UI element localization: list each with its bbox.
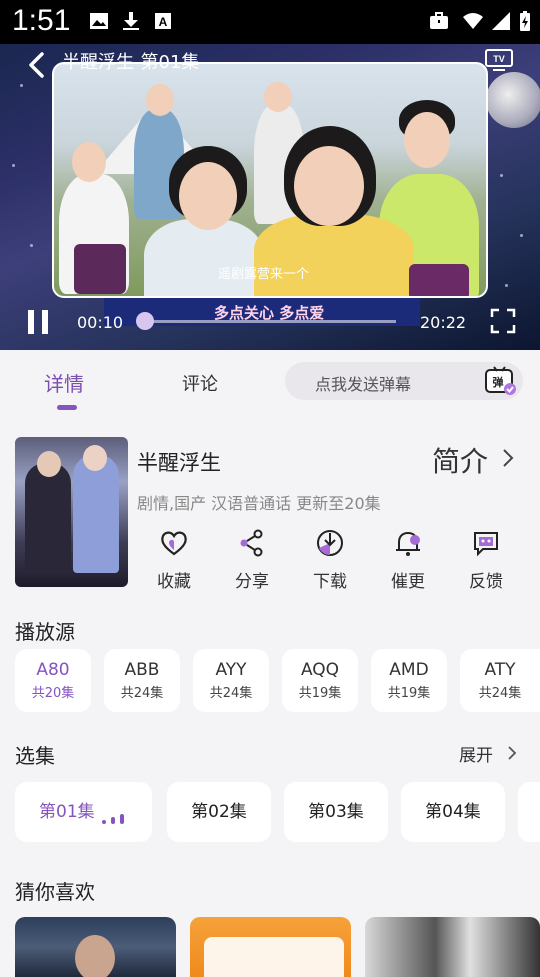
source-item-aty[interactable]: ATY 共24集: [460, 649, 540, 712]
episode-item-partial[interactable]: [518, 782, 540, 842]
share-button[interactable]: 分享: [222, 528, 282, 598]
font-icon: A: [155, 13, 171, 29]
seek-thumb[interactable]: [136, 312, 154, 330]
episode-label: 第04集: [425, 802, 481, 822]
source-name: AMD: [389, 660, 429, 680]
pause-icon[interactable]: [28, 310, 50, 334]
show-poster[interactable]: [15, 437, 128, 587]
download-button[interactable]: 下载: [300, 528, 360, 598]
expand-button[interactable]: 展开: [459, 741, 493, 766]
episode-item-04[interactable]: 第04集: [401, 782, 505, 842]
sources-title: 播放源: [15, 620, 75, 644]
total-time: 20:22: [420, 313, 467, 332]
download-status-icon: [123, 12, 139, 30]
danmu-toggle-icon[interactable]: 弹: [484, 365, 516, 397]
source-count: 共19集: [387, 686, 431, 701]
video-subtitle: 遥剧露营来一个: [218, 267, 310, 282]
danmu-placeholder: 点我发送弹幕: [315, 375, 412, 394]
episode-item-02[interactable]: 第02集: [167, 782, 271, 842]
chevron-right-icon[interactable]: [500, 447, 516, 469]
episode-item-03[interactable]: 第03集: [284, 782, 388, 842]
wifi-icon: [463, 13, 483, 29]
recommend-title: 猜你喜欢: [15, 880, 95, 904]
feedback-icon: [474, 532, 498, 557]
source-name: ABB: [124, 660, 160, 680]
intro-link[interactable]: 简介: [432, 440, 488, 480]
recommend-card-1[interactable]: [15, 917, 176, 977]
back-arrow-icon[interactable]: [24, 50, 50, 80]
source-item-ayy[interactable]: AYY 共24集: [193, 649, 269, 712]
tab-active-indicator: [57, 405, 77, 410]
bell-icon: [396, 531, 420, 556]
moon-decoration: [486, 72, 540, 128]
feedback-button[interactable]: 反馈: [456, 528, 516, 598]
status-time: 1:51: [12, 4, 71, 37]
playing-indicator-icon: [102, 814, 124, 824]
source-name: AQQ: [300, 660, 340, 680]
chevron-right-icon[interactable]: [506, 744, 518, 762]
favorite-label: 收藏: [157, 572, 191, 592]
episode-label: 第03集: [308, 802, 364, 822]
seek-bar[interactable]: [144, 320, 396, 323]
source-count: 共24集: [209, 686, 253, 701]
share-icon: [240, 529, 263, 557]
svg-text:弹: 弹: [493, 375, 504, 389]
source-item-aqq[interactable]: AQQ 共19集: [282, 649, 358, 712]
episode-label: 第01集: [39, 802, 95, 822]
battery-icon: [520, 11, 530, 31]
favorite-button[interactable]: 收藏: [144, 528, 204, 598]
source-count: 共24集: [478, 686, 522, 701]
svg-text:A: A: [159, 15, 168, 29]
share-label: 分享: [235, 572, 269, 592]
episodes-title: 选集: [15, 744, 55, 768]
video-title: 半醒浮生-第01集: [62, 52, 200, 73]
source-name: ATY: [484, 660, 516, 680]
download-icon: [317, 530, 343, 556]
source-name: AYY: [215, 660, 247, 680]
episode-label: 第02集: [191, 802, 247, 822]
tab-details[interactable]: 详情: [44, 368, 84, 397]
urge-update-label: 催更: [391, 572, 425, 592]
video-player[interactable]: 多点关心 多点爱 遥剧露营来一个 半醒浮生-第01集 TV 00:10 20:2…: [0, 44, 540, 350]
svg-text:TV: TV: [493, 54, 505, 64]
tv-cast-icon[interactable]: TV: [484, 48, 514, 72]
source-item-a80[interactable]: A80 共20集: [15, 649, 91, 712]
recommend-card-3[interactable]: [365, 917, 540, 977]
show-title: 半醒浮生: [137, 451, 221, 475]
briefcase-icon: [430, 12, 448, 29]
heart-icon: [161, 531, 187, 556]
source-item-abb[interactable]: ABB 共24集: [104, 649, 180, 712]
fullscreen-icon[interactable]: [490, 308, 516, 334]
urge-update-button[interactable]: 催更: [378, 528, 438, 598]
feedback-label: 反馈: [469, 572, 503, 592]
current-time: 00:10: [77, 313, 124, 332]
source-count: 共20集: [31, 686, 75, 701]
status-bar: 1:51 A: [0, 0, 540, 44]
signal-icon: [492, 12, 510, 30]
show-meta: 剧情,国产 汉语普通话 更新至20集: [137, 494, 381, 513]
source-name: A80: [36, 660, 70, 680]
download-label: 下载: [313, 572, 347, 592]
tab-comments[interactable]: 评论: [182, 370, 218, 396]
source-count: 共19集: [298, 686, 342, 701]
episode-item-01[interactable]: 第01集: [15, 782, 152, 842]
source-count: 共24集: [120, 686, 164, 701]
source-item-amd[interactable]: AMD 共19集: [371, 649, 447, 712]
image-icon: [90, 13, 108, 29]
recommend-card-2[interactable]: [190, 917, 351, 977]
